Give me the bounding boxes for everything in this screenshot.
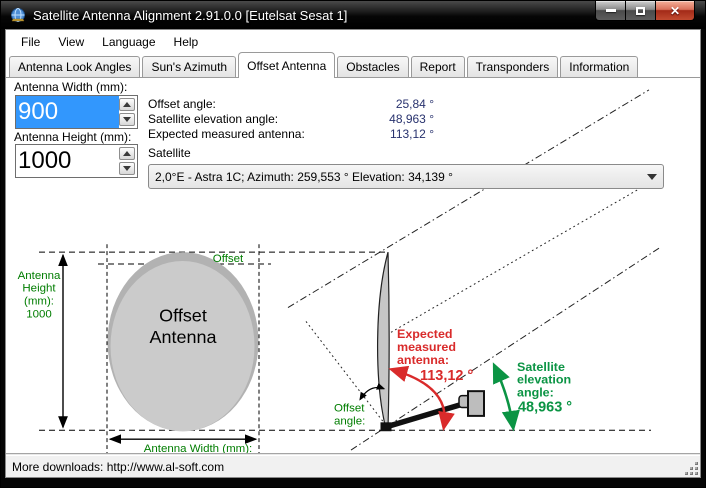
elevation-readout-label: Satellite elevation angle: [148, 112, 278, 126]
status-bar: More downloads: http://www.al-soft.com [6, 456, 700, 477]
expected-readout-value: 113,12 ° [284, 127, 434, 141]
antenna-height-field [15, 144, 138, 178]
menu-file[interactable]: File [12, 32, 49, 52]
menu-bar: File View Language Help [6, 30, 700, 53]
tab-information[interactable]: Information [560, 56, 638, 77]
dish-label-line2: Antenna [149, 327, 216, 347]
height-caption: Antenna Height (mm): 1000 [18, 270, 61, 321]
dish-label-line1: Offset [159, 305, 207, 325]
offset-angle-readout-value: 25,84 ° [284, 97, 434, 111]
tab-report[interactable]: Report [411, 56, 465, 77]
lnb [459, 391, 484, 416]
menu-view[interactable]: View [49, 32, 93, 52]
satellite-label: Satellite [148, 146, 191, 160]
svg-text:angle:: angle: [517, 386, 554, 400]
width-spin-up-button[interactable] [119, 98, 135, 111]
window-title: Satellite Antenna Alignment 2.91.0.0 [Eu… [33, 8, 347, 23]
height-spin-down-button[interactable] [119, 162, 135, 175]
svg-text:Antenna: Antenna [18, 270, 61, 282]
svg-text:(mm):: (mm): [24, 296, 54, 308]
expected-readout-label: Expected measured antenna: [148, 127, 305, 141]
close-button[interactable]: ✕ [655, 1, 695, 21]
arrow-up-icon [123, 102, 131, 107]
globe-icon [10, 7, 26, 23]
width-spin-down-button[interactable] [119, 113, 135, 126]
maximize-icon [636, 7, 645, 15]
svg-text:Height: Height [22, 283, 56, 295]
title-bar: Satellite Antenna Alignment 2.91.0.0 [Eu… [1, 1, 705, 29]
window-frame: File View Language Help Antenna Look Ang… [5, 29, 701, 478]
app-window: Satellite Antenna Alignment 2.91.0.0 [Eu… [0, 0, 706, 488]
offset-antenna-page: Offset Antenna Antenna Height (mm): 1000… [6, 77, 700, 453]
antenna-width-label: Antenna Width (mm): [14, 80, 127, 94]
tab-transponders[interactable]: Transponders [467, 56, 559, 77]
svg-text:antenna:: antenna: [397, 353, 449, 367]
antenna-width-field [15, 95, 138, 129]
minimize-button[interactable] [595, 1, 625, 21]
elevation-angle-arc [495, 367, 513, 426]
svg-text:Satellite: Satellite [517, 360, 565, 374]
width-caption: Antenna Width (mm): [144, 443, 252, 453]
antenna-height-input[interactable] [16, 145, 119, 177]
antenna-height-label: Antenna Height (mm): [14, 130, 131, 144]
tab-obstacles[interactable]: Obstacles [337, 56, 408, 77]
tab-antenna-look-angles[interactable]: Antenna Look Angles [9, 56, 140, 77]
status-text: More downloads: http://www.al-soft.com [12, 460, 224, 474]
svg-text:48,963 °: 48,963 ° [518, 400, 572, 416]
svg-text:elevation: elevation [517, 373, 571, 387]
menu-language[interactable]: Language [93, 32, 164, 52]
arrow-up-icon [123, 151, 131, 156]
elevation-caption: Satellite elevation angle: 48,963 ° [517, 360, 572, 415]
elevation-readout-value: 48,963 ° [284, 112, 434, 126]
offset-caption: Offset [213, 253, 244, 265]
height-spin-up-button[interactable] [119, 147, 135, 160]
satellite-combobox[interactable]: 2,0°E - Astra 1C; Azimuth: 259,553 ° Ele… [148, 164, 664, 189]
caption-buttons: ✕ [595, 1, 695, 21]
svg-text:Offset: Offset [334, 402, 365, 414]
tab-suns-azimuth[interactable]: Sun's Azimuth [142, 56, 236, 77]
maximize-button[interactable] [625, 1, 655, 21]
menu-help[interactable]: Help [165, 32, 208, 52]
svg-text:angle:: angle: [334, 415, 365, 427]
offset-angle-caption: Offset angle: [334, 402, 365, 427]
arrow-down-icon [123, 117, 131, 122]
close-icon: ✕ [670, 4, 680, 18]
svg-text:Expected: Expected [397, 327, 453, 341]
feed-arm [385, 403, 468, 428]
tab-offset-antenna[interactable]: Offset Antenna [238, 52, 335, 78]
resize-grip-icon[interactable] [685, 462, 698, 475]
arrow-down-icon [123, 166, 131, 171]
dish-side-view [378, 252, 390, 429]
svg-text:measured: measured [397, 340, 456, 354]
svg-text:113,12 °: 113,12 ° [420, 368, 474, 384]
satellite-selected-value: 2,0°E - Astra 1C; Azimuth: 259,553 ° Ele… [155, 170, 643, 184]
svg-text:1000: 1000 [26, 308, 52, 320]
offset-angle-readout-label: Offset angle: [148, 97, 216, 111]
minimize-icon [606, 9, 616, 12]
antenna-width-input[interactable] [16, 96, 119, 128]
tab-bar: Antenna Look Angles Sun's Azimuth Offset… [6, 53, 700, 77]
chevron-down-icon [647, 174, 657, 180]
